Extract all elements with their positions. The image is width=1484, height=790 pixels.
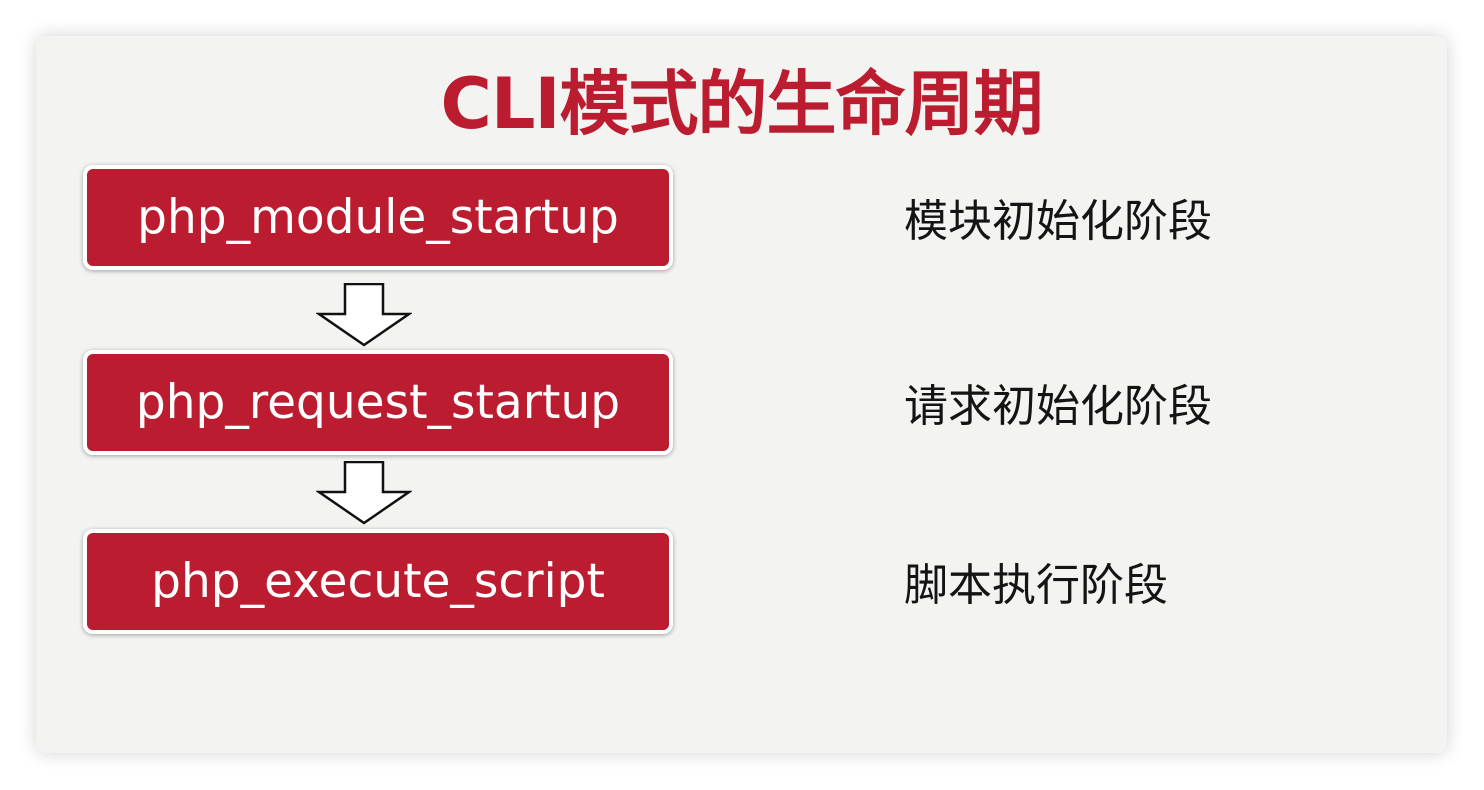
down-arrow-icon	[316, 461, 412, 525]
stage-description: 模块初始化阶段	[904, 196, 1212, 247]
stage-box-execute-script: php_execute_script	[83, 529, 673, 634]
slide: CLI模式的生命周期 php_module_startup 模块初始化阶段 ph…	[36, 36, 1447, 753]
stage-label: php_request_startup	[135, 375, 621, 430]
page-title: CLI模式的生命周期	[440, 63, 1043, 145]
stage-box-module-startup: php_module_startup	[83, 165, 673, 270]
stage-box-request-startup: php_request_startup	[83, 350, 673, 455]
stage-label: php_module_startup	[137, 190, 619, 245]
down-arrow-icon	[316, 283, 412, 347]
stage-label: php_execute_script	[151, 554, 605, 609]
stage-description: 脚本执行阶段	[904, 560, 1168, 611]
stage-description: 请求初始化阶段	[904, 381, 1212, 432]
